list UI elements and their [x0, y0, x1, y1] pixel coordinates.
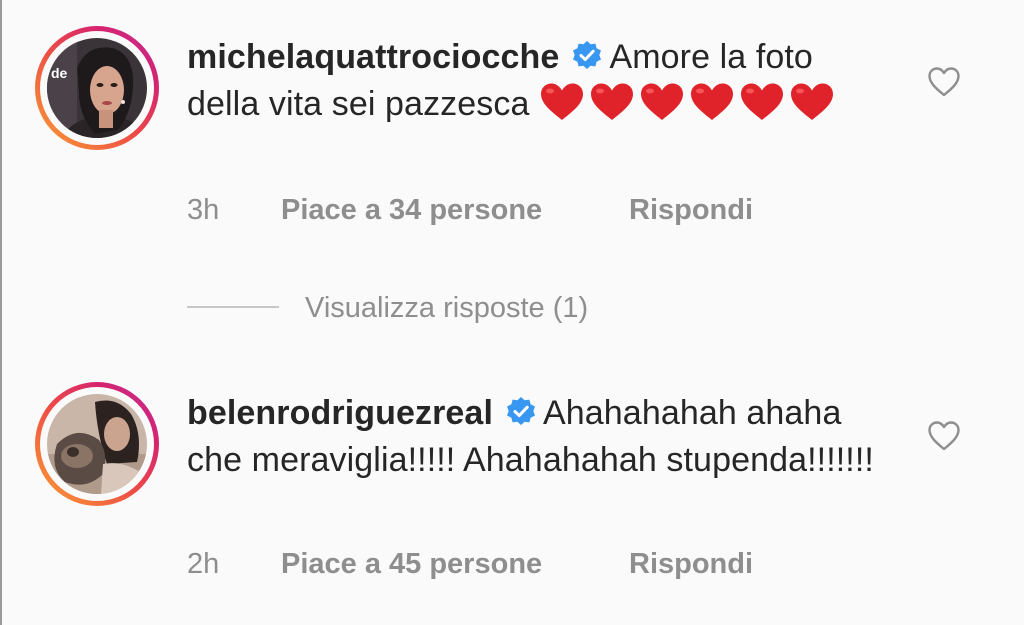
avatar[interactable]: de — [35, 26, 159, 150]
red-heart-emoji — [789, 82, 835, 122]
comment-username[interactable]: michelaquattrociocche — [187, 38, 559, 76]
like-comment-button[interactable] — [926, 418, 962, 454]
heart-outline-icon — [928, 67, 960, 97]
svg-text:de: de — [51, 65, 68, 81]
comment-timestamp: 2h — [187, 548, 220, 580]
comment-body: belenrodriguezreal Ahahahahah ahaha che m… — [187, 390, 877, 484]
story-ring-gap: de — [40, 31, 154, 145]
comments-page: de michelaquattrociocche Amore la foto de… — [0, 0, 1024, 625]
profile-photo — [47, 394, 147, 494]
verified-badge-icon — [571, 40, 603, 72]
reply-button[interactable]: Rispondi — [629, 190, 753, 230]
view-replies-button[interactable]: Visualizza risposte (1) — [187, 286, 687, 330]
view-replies-label: Visualizza risposte (1) — [305, 292, 589, 324]
story-ring-gap — [40, 387, 154, 501]
comment-timestamp: 3h — [187, 194, 220, 226]
likes-count-link[interactable]: Piace a 45 persone — [281, 544, 542, 584]
screen-edge — [0, 0, 2, 625]
red-heart-emoji — [739, 82, 785, 122]
reply-button[interactable]: Rispondi — [629, 544, 753, 584]
likes-count-link[interactable]: Piace a 34 persone — [281, 190, 542, 230]
like-comment-button[interactable] — [926, 64, 962, 100]
avatar[interactable] — [35, 382, 159, 506]
comment-body: michelaquattrociocche Amore la foto della… — [187, 34, 877, 128]
red-heart-emoji — [539, 82, 585, 122]
red-heart-emoji — [639, 82, 685, 122]
red-heart-emoji — [689, 82, 735, 122]
replies-divider-line — [187, 306, 279, 308]
heart-outline-icon — [928, 421, 960, 451]
comment-username[interactable]: belenrodriguezreal — [187, 394, 493, 432]
verified-badge-icon — [505, 396, 537, 428]
red-heart-emoji — [589, 82, 635, 122]
profile-photo: de — [47, 38, 147, 138]
